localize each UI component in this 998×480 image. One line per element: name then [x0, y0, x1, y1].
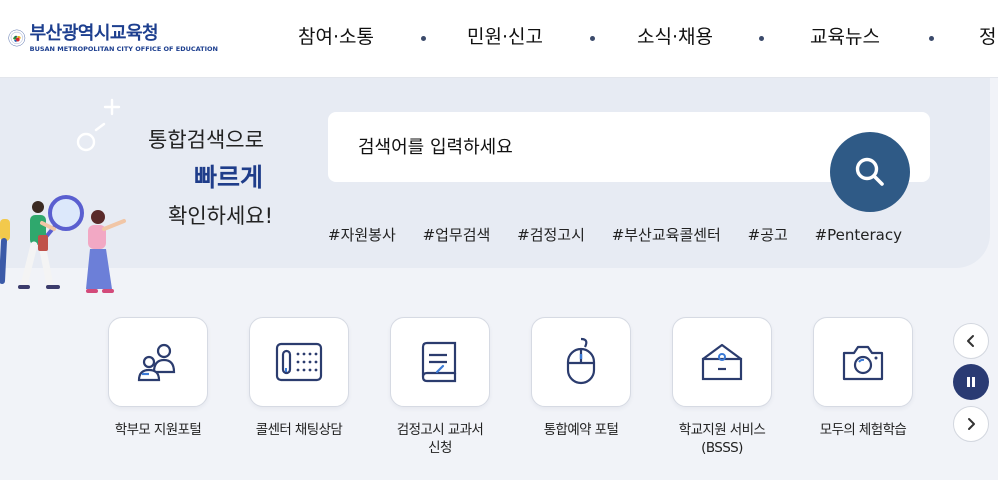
chat-keypad-icon [275, 342, 323, 382]
quick-item-icon-box [813, 317, 913, 407]
keyword-link[interactable]: #부산교육콜센터 [612, 224, 721, 245]
search-tagline-3: 확인하세요! [168, 204, 274, 228]
logo-text: 부산광역시교육청 BUSAN METROPOLITAN CITY OFFICE … [30, 23, 218, 53]
nav-item-info[interactable]: 정 [979, 22, 996, 49]
book-icon [421, 341, 457, 383]
nav-item-civil[interactable]: 민원·신고 [467, 22, 543, 49]
nav-separator [590, 36, 595, 41]
logo-name-ko: 부산광역시교육청 [29, 23, 159, 44]
quick-item-parent-portal[interactable]: 학부모 지원포털 [108, 317, 208, 439]
search-tagline-2: 빠르게 [194, 163, 264, 192]
quick-item-callcenter-chat[interactable]: 콜센터 채팅상담 [249, 317, 349, 439]
quick-item-label: 콜센터 채팅상담 [255, 422, 343, 438]
quick-item-icon-box [249, 317, 349, 407]
parents-icon [137, 343, 176, 382]
nav-separator [759, 36, 764, 41]
emblem-icon [8, 29, 26, 47]
search-people-illustration [0, 195, 126, 293]
quick-item-label: 통합예약 포털 [543, 422, 619, 438]
nav-separator [929, 36, 934, 41]
nav-item-news-recruit[interactable]: 소식·채용 [637, 22, 713, 49]
nav-item-participation[interactable]: 참여·소통 [298, 22, 374, 49]
nav-item-education-news[interactable]: 교육뉴스 [810, 22, 880, 49]
nav-separator [421, 36, 426, 41]
quick-item-icon-box [531, 317, 631, 407]
quick-item-textbook-request[interactable]: 검정고시 교과서 신청 [390, 317, 490, 457]
chevron-left-icon [967, 335, 974, 347]
quick-item-label: 모두의 체험학습 [819, 422, 907, 438]
school-service-icon [701, 343, 743, 381]
site-logo[interactable]: 부산광역시교육청 BUSAN METROPOLITAN CITY OFFICE … [8, 8, 218, 68]
keyword-link[interactable]: #자원봉사 [328, 224, 396, 245]
search-input[interactable] [358, 132, 818, 162]
keyword-link[interactable]: #Penteracy [815, 226, 902, 244]
quick-menu-next-button[interactable] [953, 406, 989, 442]
quick-item-label: 학교지원 서비스 (BSSS) [678, 422, 766, 456]
quick-item-label: 학부모 지원포털 [114, 422, 202, 438]
mouse-icon [566, 337, 596, 385]
search-button[interactable] [830, 132, 910, 212]
chevron-right-icon [968, 418, 975, 430]
camera-icon [842, 345, 884, 381]
site-header: 부산광역시교육청 BUSAN METROPOLITAN CITY OFFICE … [0, 0, 998, 78]
quick-item-school-service[interactable]: 학교지원 서비스 (BSSS) [672, 317, 772, 457]
pause-icon [967, 377, 975, 387]
quick-menu-prev-button[interactable] [953, 323, 989, 359]
search-tagline-1: 통합검색으로 [148, 128, 264, 152]
quick-item-icon-box [390, 317, 490, 407]
quick-item-icon-box [108, 317, 208, 407]
quick-menu-pause-button[interactable] [953, 364, 989, 400]
keyword-link[interactable]: #업무검색 [423, 224, 491, 245]
quick-item-label: 검정고시 교과서 신청 [396, 422, 484, 456]
search-icon [855, 157, 884, 186]
logo-name-en: BUSAN METROPOLITAN CITY OFFICE OF EDUCAT… [29, 45, 218, 53]
keyword-link[interactable]: #검정고시 [517, 224, 585, 245]
popular-keywords: #자원봉사 #업무검색 #검정고시 #부산교육콜센터 #공고 #Penterac… [328, 224, 924, 245]
quick-item-experience-learning[interactable]: 모두의 체험학습 [813, 317, 913, 439]
quick-item-icon-box [672, 317, 772, 407]
keyword-link[interactable]: #공고 [748, 224, 788, 245]
quick-item-reservation-portal[interactable]: 통합예약 포털 [531, 317, 631, 439]
